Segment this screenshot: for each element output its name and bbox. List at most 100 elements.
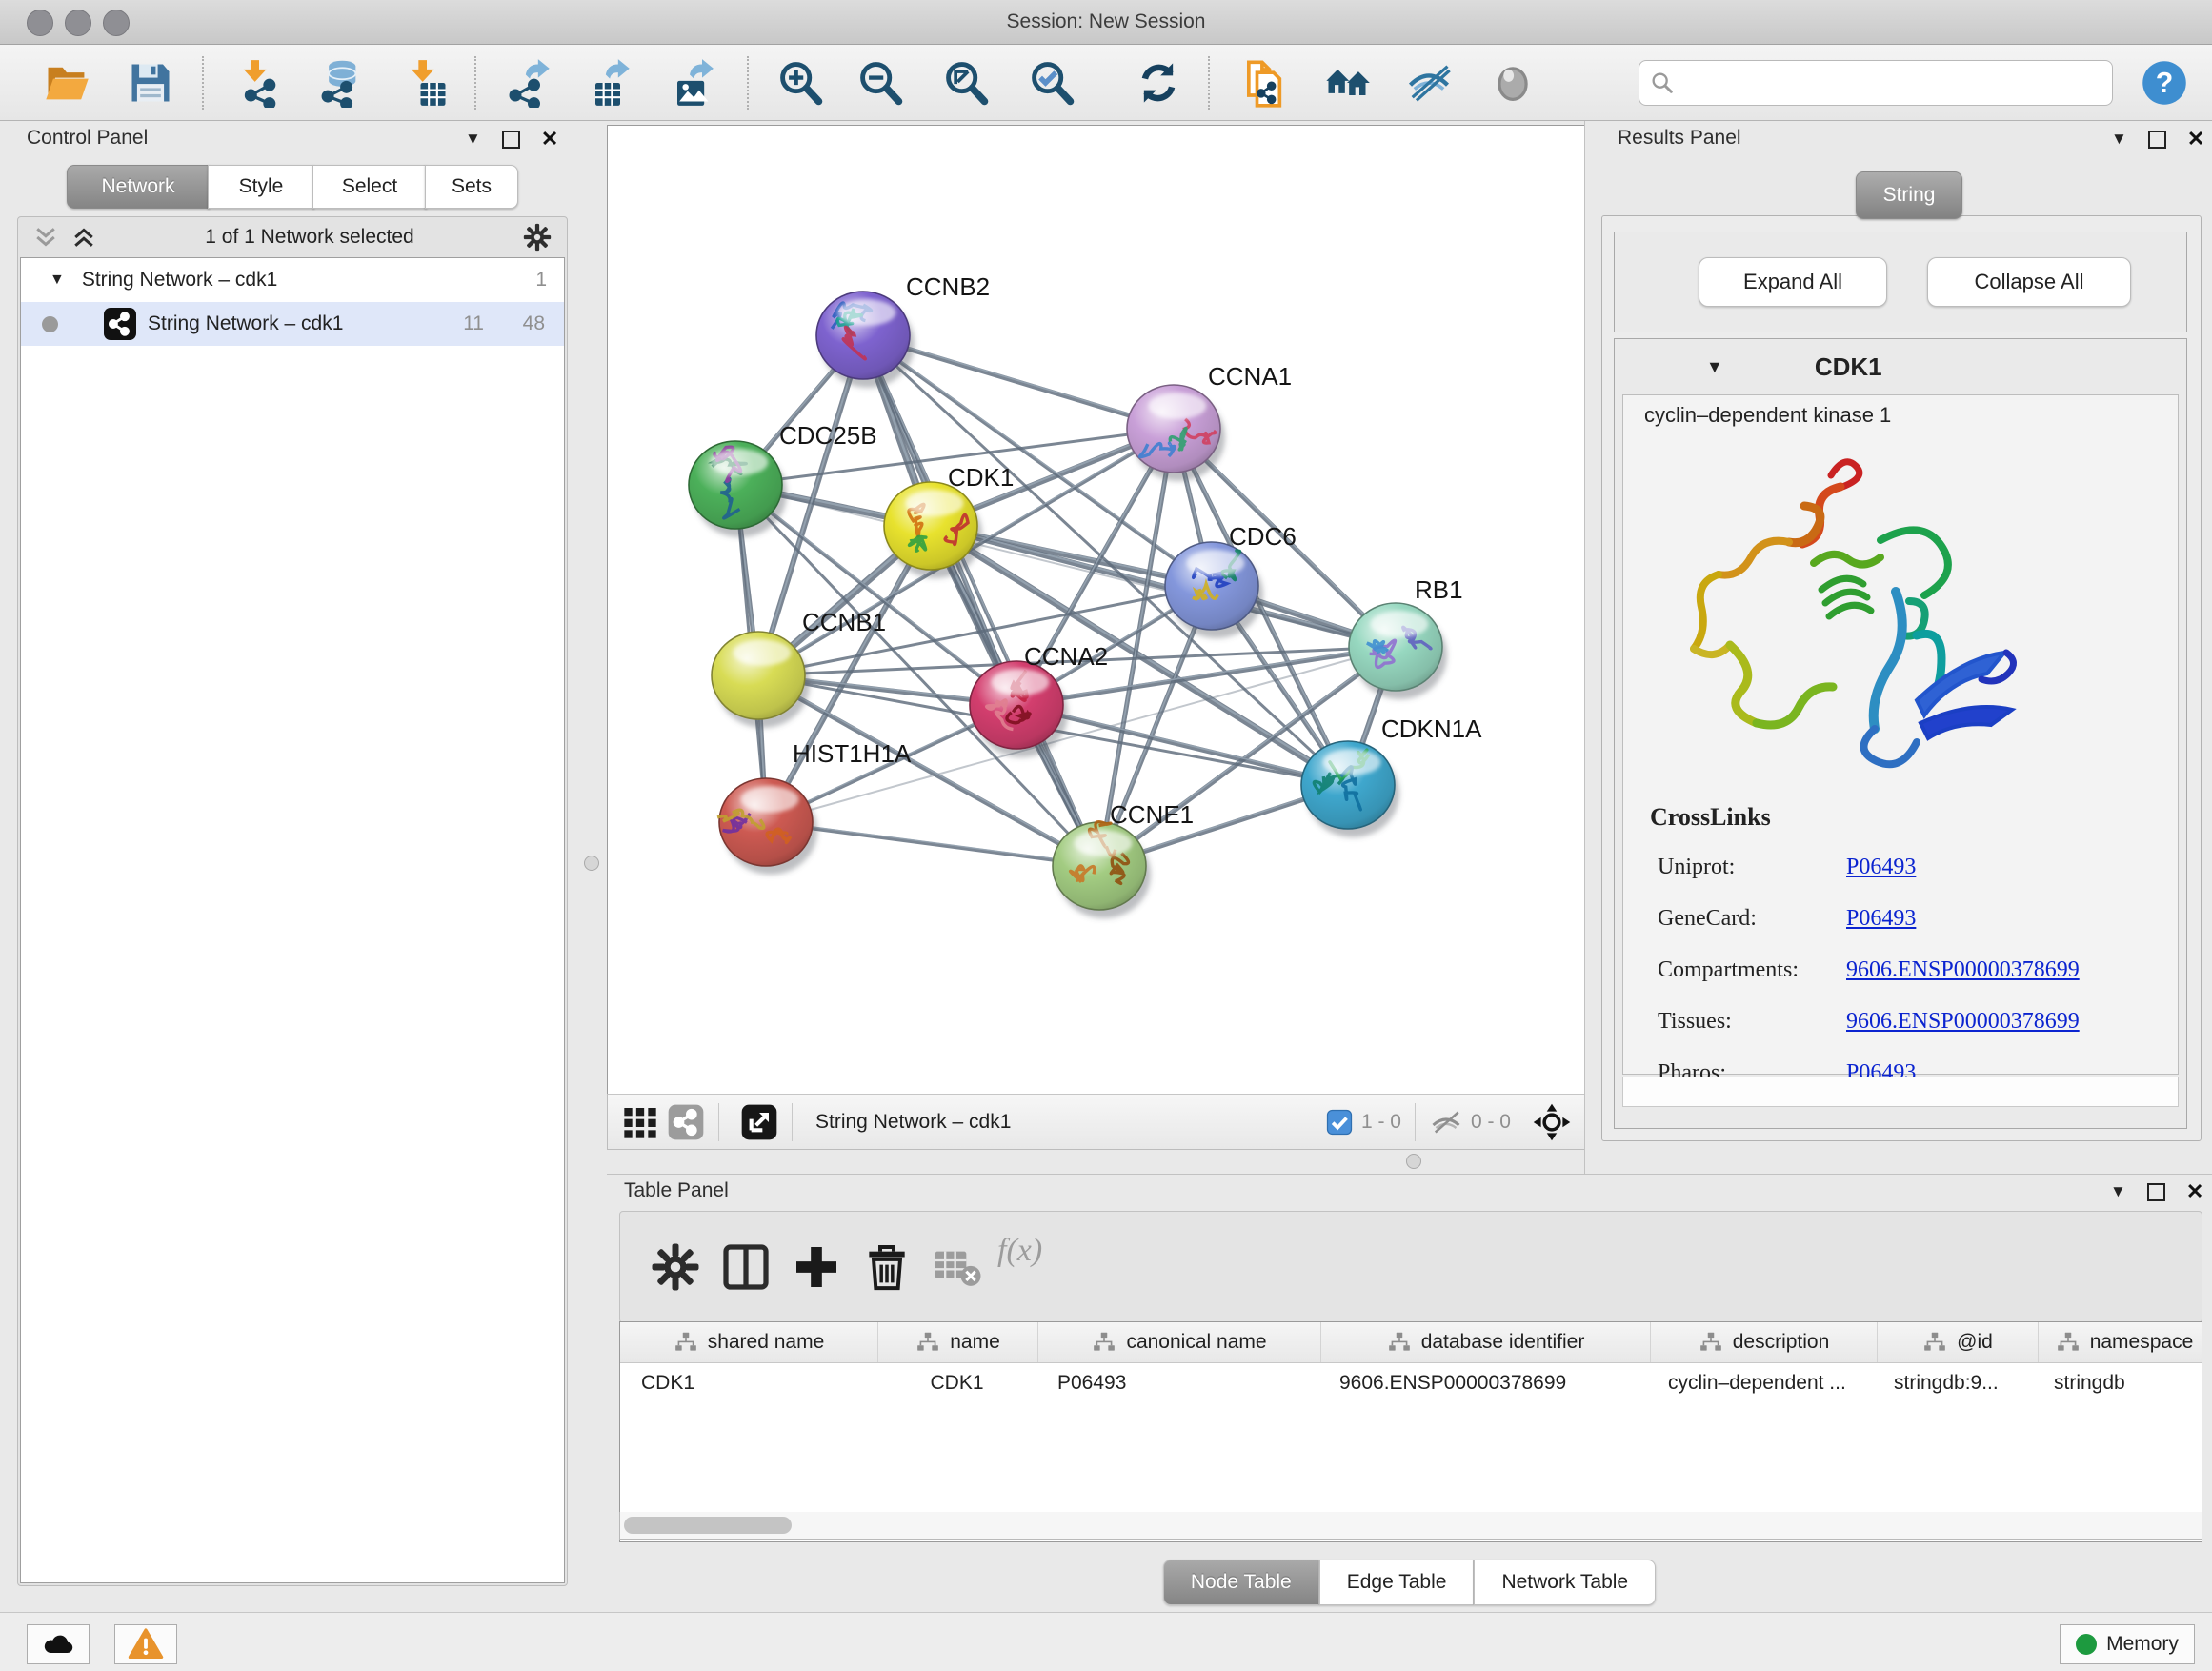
section-expander-icon[interactable]: ▼: [1706, 357, 1723, 377]
tab-style[interactable]: Style: [208, 165, 314, 209]
expand-all-button[interactable]: Expand All: [1699, 257, 1887, 307]
selected-node-edge-counts: 1 - 0: [1361, 1111, 1401, 1134]
network-node-ccnb2[interactable]: CCNB2: [816, 272, 990, 388]
tab-string[interactable]: String: [1856, 171, 1962, 219]
zoom-selected-button[interactable]: [1027, 58, 1076, 108]
detach-view-button[interactable]: [740, 1103, 778, 1141]
apply-layout-button[interactable]: [1134, 58, 1183, 108]
open-session-button[interactable]: [42, 58, 91, 108]
crosslink-link[interactable]: 9606.ENSP00000378699: [1846, 957, 2080, 982]
crosslink-row: GeneCard:P06493: [1658, 906, 1916, 932]
tab-node-table[interactable]: Node Table: [1163, 1560, 1319, 1605]
close-panel-icon[interactable]: ✕: [2187, 127, 2204, 151]
import-network-database-button[interactable]: [314, 58, 364, 108]
tab-edge-table[interactable]: Edge Table: [1319, 1560, 1475, 1605]
show-eye-button[interactable]: [1488, 58, 1538, 108]
crosslink-link[interactable]: P06493: [1846, 906, 1916, 931]
column-header-label: canonical name: [1126, 1331, 1266, 1354]
network-node-rb1[interactable]: RB1: [1349, 575, 1463, 699]
network-node-hist1h1a[interactable]: HIST1H1A: [717, 739, 912, 875]
network-node-ccnb1[interactable]: CCNB1: [712, 608, 886, 728]
zoom-fit-button[interactable]: [941, 58, 991, 108]
column-header-canonicalname[interactable]: canonical name: [1038, 1322, 1321, 1362]
tab-select[interactable]: Select: [312, 165, 427, 209]
import-network-file-button[interactable]: [234, 58, 284, 108]
float-panel-icon[interactable]: ▼: [2111, 130, 2127, 149]
toolbar-separator: [202, 56, 204, 110]
column-header-databaseidentifier[interactable]: database identifier: [1321, 1322, 1651, 1362]
add-column-button[interactable]: [790, 1240, 843, 1294]
memory-label: Memory: [2106, 1633, 2179, 1656]
column-header-id[interactable]: @id: [1878, 1322, 2039, 1362]
tab-sets[interactable]: Sets: [425, 165, 518, 209]
export-image-button[interactable]: [665, 58, 714, 108]
save-session-button[interactable]: [126, 58, 175, 108]
tab-network[interactable]: Network: [67, 165, 210, 209]
network-view-canvas[interactable]: CCNB2CCNA1CDC25BCDK1CDC6RB1CCNB1CCNA2CDK…: [607, 125, 1586, 1096]
birdseye-grid-button[interactable]: [621, 1103, 659, 1141]
hidden-eye-slash-icon[interactable]: [1429, 1105, 1463, 1139]
crosslink-link[interactable]: 9606.ENSP00000378699: [1846, 1009, 2080, 1034]
maximize-panel-icon[interactable]: [2148, 131, 2166, 149]
zoom-in-button[interactable]: [775, 58, 825, 108]
results-horizontal-scrollbar[interactable]: [1622, 1077, 2179, 1107]
pan-crosshair-icon[interactable]: [1532, 1102, 1572, 1142]
table-options-button[interactable]: [649, 1240, 702, 1294]
scrollbar-thumb[interactable]: [624, 1517, 792, 1534]
column-header-name[interactable]: name: [878, 1322, 1038, 1362]
memory-button[interactable]: Memory: [2060, 1624, 2195, 1664]
network-collection-row[interactable]: ▼ String Network – cdk1 1: [21, 258, 564, 302]
expand-all-icon[interactable]: [70, 223, 98, 252]
import-table-button[interactable]: [402, 58, 452, 108]
collection-expander-icon[interactable]: ▼: [50, 272, 65, 289]
collapse-all-icon[interactable]: [31, 223, 60, 252]
help-icon: ?: [2140, 58, 2189, 108]
delete-table-icon: [931, 1240, 984, 1294]
help-button[interactable]: ?: [2140, 58, 2189, 108]
delete-column-button[interactable]: [860, 1240, 914, 1294]
network-from-document-button[interactable]: [1238, 58, 1288, 108]
expand-collapse-box: Expand All Collapse All: [1614, 232, 2187, 332]
close-panel-icon[interactable]: ✕: [541, 127, 558, 151]
table-header-row[interactable]: shared namename canonical name database id…: [620, 1322, 2202, 1363]
toolbar-separator: [747, 56, 749, 110]
close-panel-icon[interactable]: ✕: [2186, 1179, 2203, 1204]
show-column-button[interactable]: [719, 1240, 773, 1294]
collapse-all-button[interactable]: Collapse All: [1927, 257, 2131, 307]
hide-panel-button[interactable]: [1404, 58, 1454, 108]
network-node-cdkn1a[interactable]: CDKN1A: [1301, 715, 1482, 837]
options-gear-icon[interactable]: [521, 221, 553, 253]
network-overview-button[interactable]: [667, 1103, 705, 1141]
table-horizontal-scrollbar[interactable]: [619, 1512, 2202, 1540]
network-home-button[interactable]: [1322, 58, 1372, 108]
column-header-namespace[interactable]: namespace: [2039, 1322, 2202, 1362]
zoom-out-button[interactable]: [855, 58, 905, 108]
selected-checkbox-icon[interactable]: [1325, 1108, 1354, 1137]
network-row-selected[interactable]: String Network – cdk1 11 48: [21, 302, 564, 346]
crosslink-link[interactable]: P06493: [1846, 855, 1916, 879]
network-graph[interactable]: CCNB2CCNA1CDC25BCDK1CDC6RB1CCNB1CCNA2CDK…: [608, 126, 1583, 1093]
maximize-panel-icon[interactable]: [502, 131, 520, 149]
float-panel-icon[interactable]: ▼: [465, 130, 481, 149]
horizontal-splitter-handle[interactable]: [1406, 1154, 1421, 1169]
export-network-button[interactable]: [503, 58, 553, 108]
network-node-ccna1[interactable]: CCNA1: [1127, 362, 1292, 481]
maximize-panel-icon[interactable]: [2147, 1183, 2165, 1201]
crosslink-row: Uniprot:P06493: [1658, 855, 1916, 880]
search-input[interactable]: [1683, 65, 2106, 101]
table-row[interactable]: CDK1CDK1P064939606.ENSP00000378699cyclin…: [620, 1363, 2202, 1403]
left-splitter-handle[interactable]: [584, 856, 599, 871]
tab-network-table[interactable]: Network Table: [1474, 1560, 1656, 1605]
float-panel-icon[interactable]: ▼: [2110, 1182, 2126, 1201]
network-node-cdc6[interactable]: CDC6: [1165, 522, 1297, 638]
cloud-status-button[interactable]: [27, 1624, 90, 1664]
column-header-description[interactable]: description: [1651, 1322, 1878, 1362]
export-table-button[interactable]: [583, 58, 633, 108]
node-label: CCNA1: [1208, 362, 1292, 391]
cdk1-section-header[interactable]: ▼ CDK1: [1615, 339, 2186, 394]
network-node-cdk1[interactable]: CDK1: [884, 463, 1014, 578]
warning-status-button[interactable]: [114, 1624, 177, 1664]
node-label: HIST1H1A: [793, 739, 912, 768]
plus-icon: [790, 1240, 843, 1294]
column-header-sharedname[interactable]: shared name: [620, 1322, 878, 1362]
